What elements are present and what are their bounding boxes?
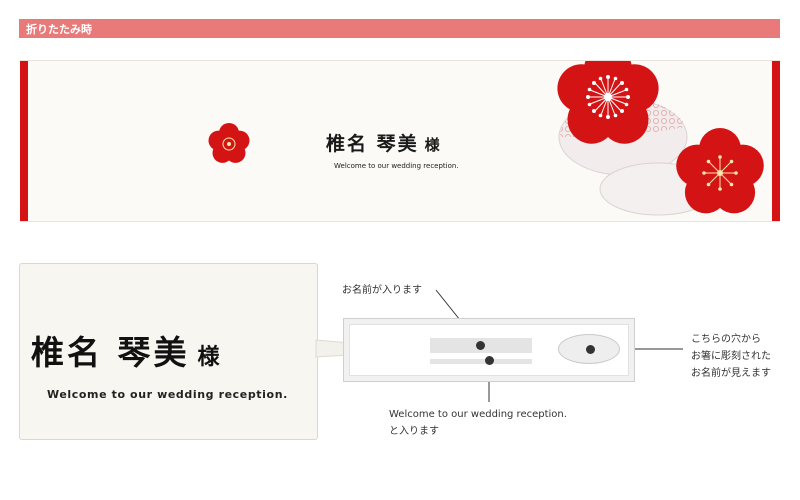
welcome-marker-dot	[485, 356, 494, 365]
name-area-callout: お名前が入ります	[342, 285, 422, 296]
name-marker-dot	[476, 341, 485, 350]
welcome-line-block	[430, 359, 532, 364]
welcome-callout: Welcome to our wedding reception. と入ります	[389, 406, 567, 440]
welcome-callout-line1: Welcome to our wedding reception.	[389, 409, 567, 420]
window-marker-dot	[586, 345, 595, 354]
window-callout-line2: お箸に彫刻された	[691, 351, 771, 362]
window-callout-line3: お名前が見えます	[691, 368, 771, 379]
window-callout-line1: こちらの穴から	[691, 334, 761, 345]
window-callout: こちらの穴から お箸に彫刻された お名前が見えます	[691, 331, 771, 382]
welcome-callout-line2: と入ります	[389, 426, 439, 437]
